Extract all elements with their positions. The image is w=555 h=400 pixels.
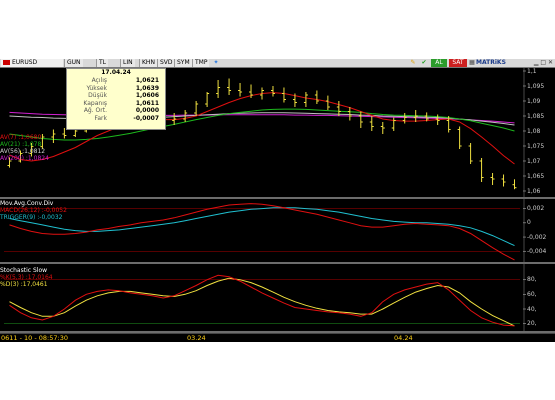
ohlc-bar [281,87,286,103]
ohlc-bar [512,179,517,190]
ohlc-bar [172,113,177,125]
ohlc-bar [457,126,462,149]
macd-axis-label: 0,002 [527,205,545,213]
axis-date-1: 03.24 [187,334,206,342]
ohlc-bar [402,113,407,124]
ohlc-bar [380,122,385,134]
stoch-axis-label: 40, [527,305,537,313]
trigger-legend: TRIGGER(9) :-0,0032 [0,214,63,221]
macd-legend: MACD(26,12) :-0,0052 [0,207,67,214]
macd-panel[interactable] [4,203,520,261]
price-axis-label: 1,095 [527,82,545,90]
ohlc-bar [194,101,199,116]
ohlc-bar [391,117,396,131]
price-axis-label: 1,075 [527,142,545,150]
stoch-d-line [9,277,515,327]
ohlc-bar [227,78,232,95]
legend-ma21: AV(21) :1,078 [0,141,42,148]
trading-chart-window: EURUSD GUN TL LIN KHN SVD SYM TMP ✦ ✎ ✔ … [0,59,555,342]
info-row-low: Düşük 1,0606 [88,92,159,100]
ohlc-bar [369,116,374,131]
info-row-wavg: Ağ. Ort. 0,0000 [83,107,159,115]
price-axis-label: 1,09 [527,97,541,105]
stoch-axis-label: 80, [527,276,537,284]
ohlc-bar [238,83,243,97]
status-bar: 0611 - 10 - 08:57:30 03.24 04.24 [0,333,555,342]
stoch-k-legend: %K(5,3) :17,0164 [0,274,53,281]
ohlc-bar [479,158,484,182]
macd-axis-label: 0 [527,219,531,227]
ohlc-bar [325,95,330,110]
info-row-close: Kapanış 1,0611 [83,99,159,107]
ohlc-bar [314,90,319,104]
ohlc-bar [347,107,352,121]
price-axis-label: 1,06 [527,187,541,195]
ohlc-bar [501,174,506,187]
info-row-open: Açılış 1,0621 [91,77,159,84]
legend-ma7: AV(7) :1,0680 [0,134,42,141]
macd-title: Mov.Avg.Conv.Div [0,200,54,207]
ohlc-bar [205,92,210,107]
ohlc-bar [303,92,308,107]
macd-axis-label: -0,002 [527,233,547,241]
ohlc-bar [358,111,363,128]
price-axis-label: 1,085 [527,112,545,120]
price-axis-label: 1,08 [527,127,541,135]
info-row-diff: Fark -0,0007 [94,114,159,122]
price-axis-label: 1,07 [527,157,541,165]
legend-ma56: AV(56) :1,0812 [0,148,46,155]
ohlc-bar [490,173,495,185]
ohlc-bar [270,86,275,97]
info-date: 17.04.24 [101,69,131,76]
price-axis-label: 1,1 [527,67,537,75]
stoch-axis-label: 20, [527,320,537,328]
ohlc-bar [51,129,56,143]
price-axis-label: 1,065 [527,172,545,180]
axis-date-2: 04.24 [394,334,413,342]
trigger-line [9,207,515,247]
legend-ma200: AV(200) :1,0824 [0,155,49,162]
ohlc-bar [216,80,221,98]
ohlc-bar [468,143,473,164]
macd-axis-label: -0,004 [527,247,547,255]
stoch-d-legend: %D(3) :17,0461 [0,281,48,288]
info-row-high: Yüksek 1,0639 [86,84,159,92]
stoch-title: Stochastic Slow [0,267,48,274]
status-clock: 0611 - 10 - 08:57:30 [1,334,68,342]
stoch-axis-label: 60, [527,290,537,298]
stochastic-panel[interactable] [4,274,520,327]
ohlc-info-box: 17.04.24 Açılış 1,0621 Yüksek 1,0639 Düşük… [66,68,166,130]
